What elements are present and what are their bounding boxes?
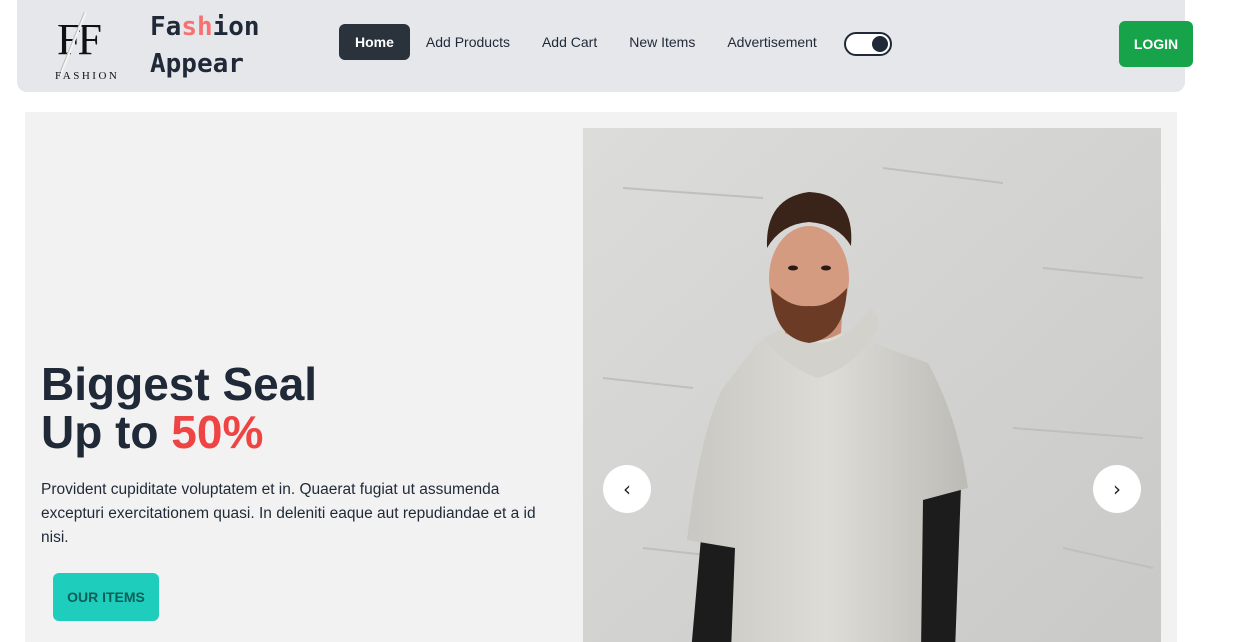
hero-title: Biggest Seal Up to 50%: [41, 360, 317, 456]
nav-item-add-products[interactable]: Add Products: [410, 24, 526, 60]
nav-links: Home Add Products Add Cart New Items Adv…: [339, 24, 833, 60]
carousel-next-button[interactable]: ›: [1093, 465, 1141, 513]
hero-carousel: ‹ ›: [583, 128, 1161, 642]
brand-line-2: Appear: [150, 49, 244, 79]
navbar: FF FASHION Fashion Appear Home Add Produ…: [17, 0, 1193, 92]
hero-section: Biggest Seal Up to 50% Provident cupidit…: [25, 112, 1177, 642]
login-button[interactable]: LOGIN: [1119, 21, 1193, 67]
carousel-prev-button[interactable]: ‹: [603, 465, 651, 513]
toggle-knob: [872, 36, 888, 52]
our-items-button[interactable]: OUR ITEMS: [53, 573, 159, 621]
logo-word: FASHION: [55, 70, 120, 82]
nav-item-add-cart[interactable]: Add Cart: [526, 24, 613, 60]
theme-toggle[interactable]: [844, 32, 892, 56]
hero-title-line-1: Biggest Seal: [41, 358, 318, 410]
brand-part-c: ion: [212, 12, 260, 42]
nav-item-new-items[interactable]: New Items: [613, 24, 711, 60]
hero-image: [583, 128, 1161, 642]
hero-description: Provident cupiditate voluptatem et in. Q…: [41, 481, 536, 546]
nav-item-home[interactable]: Home: [339, 24, 410, 60]
hero-title-prefix: Up to: [41, 406, 172, 458]
brand-name: Fashion Appear: [150, 9, 260, 83]
brand-part-accent: sh: [181, 12, 213, 42]
brand-part-a: Fa: [150, 12, 182, 42]
nav-item-advertisement[interactable]: Advertisement: [711, 24, 832, 60]
hero-title-highlight: 50%: [171, 406, 264, 458]
brand-logo[interactable]: FF FASHION: [55, 4, 133, 86]
